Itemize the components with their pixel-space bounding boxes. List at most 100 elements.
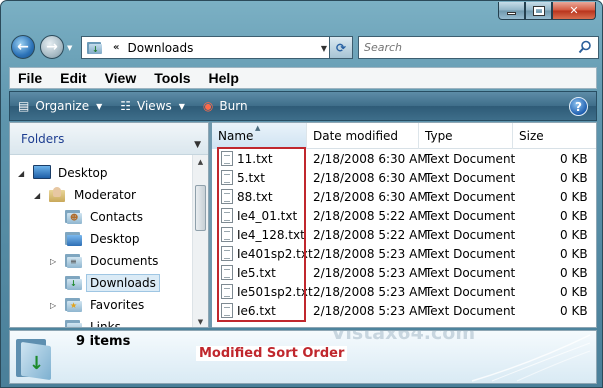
file-size: 0 KB	[560, 284, 588, 299]
tree-item-desktop[interactable]: ◢ Desktop	[18, 163, 108, 183]
organize-button[interactable]: ▤ Organize ▼	[18, 99, 102, 113]
menu-help[interactable]: Help	[200, 70, 248, 86]
tree-item-links[interactable]: Links	[50, 317, 121, 328]
views-label: Views	[137, 99, 172, 113]
collapse-icon[interactable]: ◢	[34, 191, 44, 200]
file-size: 0 KB	[560, 151, 588, 166]
file-size: 0 KB	[560, 303, 588, 318]
documents-folder-icon: ≡	[65, 253, 82, 268]
breadcrumb-overflow[interactable]: «	[113, 42, 119, 53]
column-header-type[interactable]: Type	[419, 123, 513, 149]
search-input[interactable]	[364, 41, 564, 54]
minimize-icon	[507, 12, 516, 15]
navigation-pane: Folders ▼ ◢ Desktop ◢ Moderator ☻ Contac…	[9, 122, 209, 328]
file-type: Text Document	[425, 151, 516, 166]
menu-edit[interactable]: Edit	[51, 70, 95, 86]
column-header-label: Type	[425, 129, 453, 143]
search-box[interactable]	[358, 36, 599, 59]
address-bar[interactable]: ↓ « Downloads ▼	[81, 36, 333, 59]
downloads-folder-icon: ↓	[65, 275, 82, 290]
maximize-button[interactable]	[525, 2, 552, 20]
file-date: 2/18/2008 5:23 AM	[313, 246, 428, 261]
file-date: 2/18/2008 5:23 AM	[313, 265, 428, 280]
file-size: 0 KB	[560, 170, 588, 185]
sort-ascending-icon: ▲	[255, 124, 261, 132]
help-button[interactable]: ?	[569, 97, 588, 116]
menu-view[interactable]: View	[96, 70, 146, 86]
tree-item-label: Documents	[90, 254, 159, 268]
column-header-label: Name	[218, 129, 254, 143]
caption-buttons: ✕	[498, 2, 596, 20]
minimize-button[interactable]	[498, 2, 525, 20]
explorer-window: ✕ ← → ▼ ↓ « Downloads ▼ ⟳ File Edit View…	[0, 0, 603, 388]
file-date: 2/18/2008 6:30 AM	[313, 151, 428, 166]
sort-order-highlight-box	[217, 147, 306, 322]
file-date: 2/18/2008 5:22 AM	[313, 227, 428, 242]
refresh-icon: ⟳	[335, 40, 347, 55]
chevron-down-icon: ▼	[178, 101, 185, 111]
downloads-folder-icon: ↓	[16, 336, 54, 381]
column-header-date[interactable]: Date modified	[307, 123, 419, 149]
file-date: 2/18/2008 5:22 AM	[313, 208, 428, 223]
back-arrow-icon: ←	[17, 39, 29, 55]
tree-item-downloads[interactable]: ↓ Downloads	[50, 273, 160, 293]
burn-disc-icon: ◉	[202, 99, 214, 113]
file-size: 0 KB	[560, 189, 588, 204]
breadcrumb-location[interactable]: Downloads	[127, 41, 193, 55]
burn-label: Burn	[219, 99, 248, 113]
close-button[interactable]: ✕	[552, 2, 596, 20]
column-header-label: Size	[519, 129, 544, 143]
file-type: Text Document	[425, 284, 516, 299]
favorites-folder-icon: ★	[65, 297, 82, 312]
tree-item-documents[interactable]: ▷ ≡ Documents	[50, 251, 158, 271]
scrollbar-thumb[interactable]	[195, 185, 206, 231]
chevron-down-icon[interactable]: ▼	[194, 140, 201, 150]
menu-file[interactable]: File	[10, 70, 51, 86]
tree-item-label: Desktop	[58, 166, 108, 180]
tree-item-moderator[interactable]: ◢ Moderator	[34, 185, 136, 205]
scroll-up-icon[interactable]: ▲	[193, 155, 208, 169]
user-folder-icon	[49, 187, 65, 203]
desktop-icon	[33, 165, 51, 179]
file-size: 0 KB	[560, 246, 588, 261]
items-count: 9 items	[76, 334, 131, 349]
expand-icon[interactable]: ▷	[50, 301, 60, 310]
address-row: ← → ▼ ↓ « Downloads ▼ ⟳	[9, 34, 599, 62]
collapse-icon[interactable]: ◢	[18, 169, 28, 178]
file-type: Text Document	[425, 265, 516, 280]
views-button[interactable]: ☷ Views ▼	[120, 99, 185, 113]
contacts-folder-icon: ☻	[65, 209, 82, 224]
back-button[interactable]: ←	[11, 35, 35, 59]
address-dropdown-icon[interactable]: ▼	[321, 44, 327, 53]
file-date: 2/18/2008 5:23 AM	[313, 303, 428, 318]
search-icon[interactable]	[578, 40, 592, 54]
tree-item-label: Links	[90, 320, 121, 328]
command-bar: ▤ Organize ▼ ☷ Views ▼ ◉ Burn ?	[9, 91, 597, 121]
forward-button[interactable]: →	[40, 35, 64, 59]
chevron-down-icon: ▼	[96, 101, 103, 111]
annotation-label: Modified Sort Order	[196, 346, 348, 361]
tree-item-favorites[interactable]: ▷ ★ Favorites	[50, 295, 144, 315]
column-header-name[interactable]: ▲ Name	[212, 123, 307, 149]
links-folder-icon	[65, 319, 82, 327]
folders-header-label: Folders	[21, 131, 65, 146]
tree-item-contacts[interactable]: ☻ Contacts	[50, 207, 143, 227]
nav-pane-scrollbar[interactable]: ▲ ▼	[192, 155, 208, 327]
recent-pages-dropdown[interactable]: ▼	[67, 44, 72, 52]
scroll-down-icon[interactable]: ▼	[193, 315, 208, 327]
menu-tools[interactable]: Tools	[145, 70, 199, 86]
close-icon: ✕	[569, 4, 579, 17]
folders-header[interactable]: Folders ▼	[10, 123, 208, 155]
organize-label: Organize	[35, 99, 90, 113]
views-icon: ☷	[120, 99, 132, 113]
column-header-size[interactable]: Size	[513, 123, 596, 149]
refresh-button[interactable]: ⟳	[329, 36, 353, 59]
tree-item-desktop-folder[interactable]: Desktop	[50, 229, 140, 249]
expand-icon[interactable]: ▷	[50, 257, 60, 266]
burn-button[interactable]: ◉ Burn	[203, 99, 248, 113]
file-size: 0 KB	[560, 227, 588, 242]
file-type: Text Document	[425, 208, 516, 223]
file-size: 0 KB	[560, 208, 588, 223]
file-type: Text Document	[425, 189, 516, 204]
desktop-folder-icon	[65, 231, 82, 246]
